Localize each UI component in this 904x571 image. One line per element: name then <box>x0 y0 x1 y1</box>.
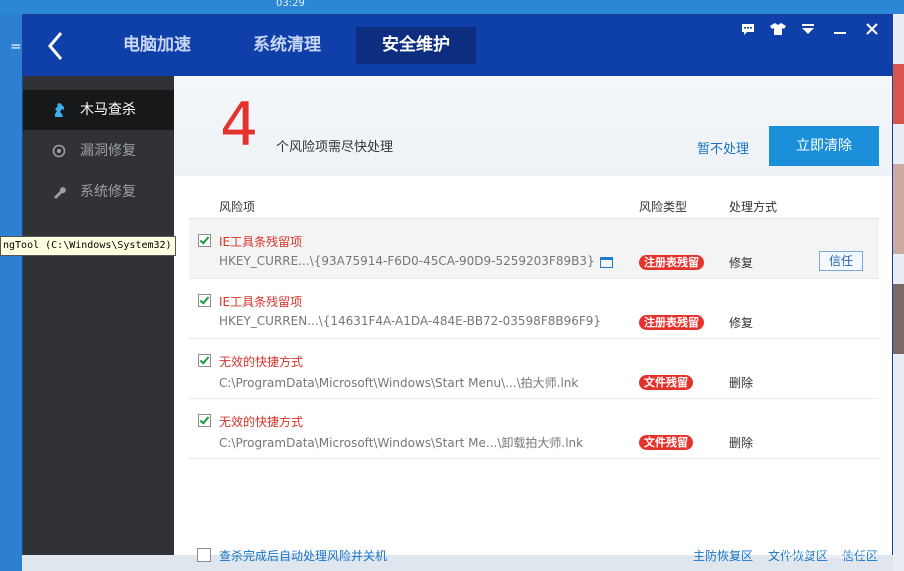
table-header: 风险项 风险类型 处理方式 <box>189 191 879 219</box>
risk-path: HKEY_CURREN...\{14631F4A-A1DA-484E-BB72-… <box>219 314 602 328</box>
handle-action: 修复 <box>729 256 754 270</box>
menu-dropdown-icon[interactable] <box>797 22 819 40</box>
main-content: 4 个风险项需尽快处理 暂不处理 立即清除 风险项 风险类型 处理方式 IE工具… <box>174 76 892 563</box>
horse-icon <box>49 90 69 130</box>
check-icon <box>199 354 210 365</box>
risk-path: C:\ProgramData\Microsoft\Windows\Start M… <box>219 436 584 450</box>
risk-name: 无效的快捷方式 <box>219 355 304 369</box>
auto-shutdown-label: 查杀完成后自动处理风险并关机 <box>219 549 388 563</box>
patch-icon <box>49 131 69 171</box>
desktop-left-strip: = <box>0 14 22 571</box>
path-tooltip: ngTool (C:\Windows\System32) <box>0 236 176 256</box>
column-header-action: 处理方式 <box>729 200 778 214</box>
table-row[interactable]: 无效的快捷方式 C:\ProgramData\Microsoft\Windows… <box>189 399 879 459</box>
risk-type-badge: 注册表残留 <box>639 255 704 270</box>
handle-action: 删除 <box>729 436 754 450</box>
check-icon <box>199 414 210 425</box>
folder-icon[interactable] <box>600 257 613 268</box>
risk-name: 无效的快捷方式 <box>219 415 304 429</box>
security-window: 电脑加速 系统清理 安全维护 木马查杀 漏洞修复 系统修复 4 个风险项需尽快处… <box>22 14 893 563</box>
row-checkbox[interactable] <box>198 234 211 247</box>
risk-type-badge: 文件残留 <box>639 375 693 390</box>
sidebar-item-trojan-scan[interactable]: 木马查杀 <box>23 90 174 130</box>
sidebar-item-label: 漏洞修复 <box>80 143 136 159</box>
check-icon <box>199 234 210 245</box>
desktop-bottom-strip <box>22 555 893 571</box>
row-checkbox[interactable] <box>198 414 211 427</box>
watermark: 琳星点卡 www.jkaka.com <box>770 521 900 569</box>
wrench-icon <box>49 172 69 212</box>
trust-button[interactable]: 信任 <box>819 251 863 271</box>
feedback-icon[interactable] <box>737 22 759 40</box>
table-row[interactable]: 无效的快捷方式 C:\ProgramData\Microsoft\Windows… <box>189 339 879 399</box>
column-header-item: 风险项 <box>219 200 256 214</box>
sidebar: 木马查杀 漏洞修复 系统修复 <box>23 76 174 555</box>
risk-path: C:\ProgramData\Microsoft\Windows\Start M… <box>219 376 579 390</box>
sidebar-item-label: 系统修复 <box>80 184 136 200</box>
summary-header: 4 个风险项需尽快处理 暂不处理 立即清除 <box>174 76 892 176</box>
desktop-clock: 03:29 <box>276 0 305 9</box>
title-bar: 电脑加速 系统清理 安全维护 <box>23 15 892 76</box>
chevron-left-icon <box>48 32 63 60</box>
tab-speedup[interactable]: 电脑加速 <box>109 27 205 64</box>
risk-summary-text: 个风险项需尽快处理 <box>276 140 394 155</box>
minimize-icon[interactable] <box>829 22 851 40</box>
clean-now-button[interactable]: 立即清除 <box>769 126 879 166</box>
risk-path: HKEY_CURRE...\{93A75914-F6D0-45CA-90D9-5… <box>219 254 595 268</box>
row-checkbox[interactable] <box>198 354 211 367</box>
table-row[interactable]: IE工具条残留项 HKEY_CURREN...\{14631F4A-A1DA-4… <box>189 279 879 339</box>
sidebar-item-label: 木马查杀 <box>80 102 136 118</box>
back-button[interactable] <box>43 28 71 64</box>
row-checkbox[interactable] <box>198 294 211 307</box>
column-header-type: 风险类型 <box>639 200 688 214</box>
risk-name: IE工具条残留项 <box>219 295 303 309</box>
sidebar-item-system-repair[interactable]: 系统修复 <box>23 172 174 212</box>
defense-restore-link[interactable]: 主防恢复区 <box>693 547 753 564</box>
handle-action: 修复 <box>729 316 754 330</box>
skin-shirt-icon[interactable] <box>767 22 789 40</box>
check-icon <box>199 294 210 305</box>
risk-count: 4 <box>220 90 259 160</box>
risk-type-badge: 注册表残留 <box>639 315 704 330</box>
tab-system-clean[interactable]: 系统清理 <box>239 27 335 64</box>
risk-type-badge: 文件残留 <box>639 435 693 450</box>
tab-security[interactable]: 安全维护 <box>356 27 476 64</box>
close-icon[interactable] <box>861 22 883 40</box>
desktop-top-bar <box>0 0 904 14</box>
desktop-menu-icon: = <box>10 39 22 55</box>
risk-name: IE工具条残留项 <box>219 235 303 249</box>
sidebar-item-vuln-fix[interactable]: 漏洞修复 <box>23 131 174 171</box>
auto-shutdown-checkbox[interactable] <box>197 548 211 562</box>
watermark-url: www.jkaka.com <box>782 547 876 561</box>
desktop-right-strip <box>893 14 904 571</box>
table-row[interactable]: IE工具条残留项 HKEY_CURRE...\{93A75914-F6D0-45… <box>189 219 879 279</box>
handle-action: 删除 <box>729 376 754 390</box>
ignore-link[interactable]: 暂不处理 <box>697 138 749 157</box>
